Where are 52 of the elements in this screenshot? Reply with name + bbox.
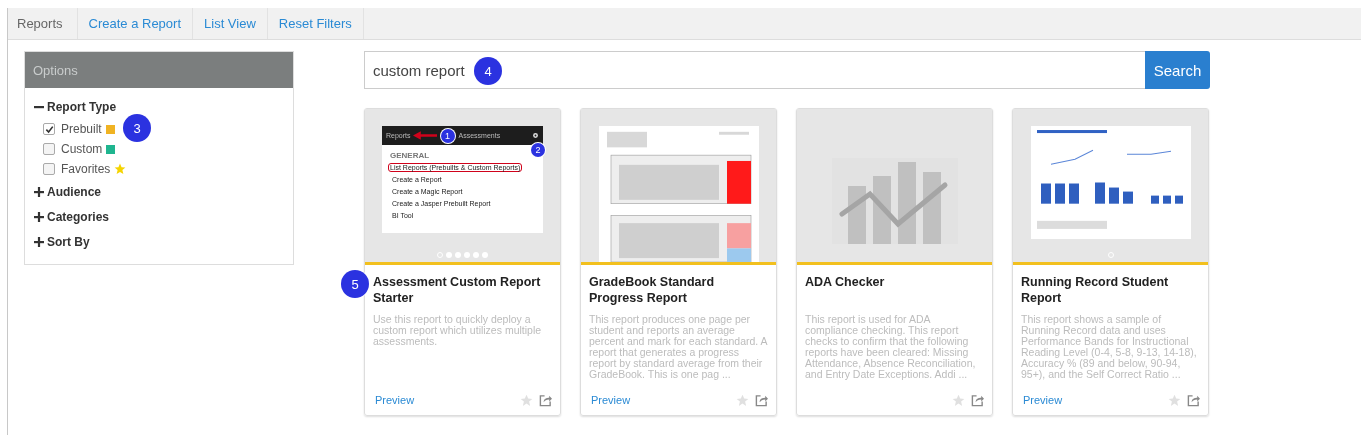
share-icon[interactable] xyxy=(971,393,984,407)
carousel-dot[interactable] xyxy=(482,252,488,258)
card-title: Running Record Student Report xyxy=(1021,274,1170,307)
carousel-dot[interactable] xyxy=(455,252,461,258)
report-card[interactable] xyxy=(1012,108,1209,416)
section-toggle[interactable]: Audience xyxy=(34,179,284,204)
callout-number: 4 xyxy=(474,57,502,85)
checkbox[interactable] xyxy=(43,123,55,135)
card-description: This report produces one page per student and reports an average percent and mark for each standard. A report that generates a progress report by standard average from their GradeBook. This is one pag ... xyxy=(589,314,768,382)
callout-number: 2 xyxy=(531,143,545,157)
option-label: Favorites xyxy=(61,162,111,176)
star-icon[interactable] xyxy=(952,393,965,407)
card-title: GradeBook Standard Progress Report xyxy=(589,274,716,307)
option-label: Prebuilt xyxy=(61,122,102,136)
preview-link[interactable]: Preview xyxy=(373,394,415,406)
nav-link[interactable]: Reset Filters xyxy=(267,8,364,39)
section-toggle[interactable]: Categories xyxy=(34,204,284,229)
carousel-dot[interactable] xyxy=(464,252,470,258)
share-icon[interactable] xyxy=(539,393,552,407)
callout-number: 5 xyxy=(341,270,369,298)
share-icon[interactable] xyxy=(1187,393,1200,407)
toggle-icon xyxy=(34,236,44,247)
checkbox[interactable] xyxy=(43,163,55,175)
toggle-icon xyxy=(34,186,44,197)
card-title: Assessment Custom Report Starter xyxy=(373,274,542,307)
arrow-icon xyxy=(412,131,437,140)
card-title: ADA Checker xyxy=(805,274,886,291)
menu-heading: GENERAL xyxy=(390,151,431,160)
preview-link[interactable]: Preview xyxy=(1021,394,1063,406)
option-label: Custom xyxy=(61,142,103,156)
gear-icon xyxy=(532,132,539,139)
share-icon[interactable] xyxy=(755,393,768,407)
carousel-dot[interactable] xyxy=(446,252,452,258)
panel-header: Options xyxy=(25,52,293,88)
nav-link[interactable]: Create a Report xyxy=(77,8,194,39)
preview-link[interactable]: Preview xyxy=(589,394,631,406)
section-toggle[interactable]: Sort By xyxy=(34,229,284,254)
star-icon[interactable] xyxy=(736,393,749,407)
nav-title: Reports xyxy=(8,8,78,39)
toggle-icon xyxy=(34,211,44,222)
star-icon[interactable] xyxy=(520,393,533,407)
report-card[interactable] xyxy=(364,108,561,416)
callout-number: 1 xyxy=(440,128,455,143)
checkbox[interactable] xyxy=(43,143,55,155)
callout-number: 3 xyxy=(123,114,151,142)
card-description: Use this report to quickly deploy a custom report which utilizes multiple assessments. xyxy=(373,314,543,349)
nav-link[interactable]: List View xyxy=(193,8,268,39)
star-icon[interactable] xyxy=(1168,393,1181,407)
card-description: This report is used for ADA compliance checking. This report checks to confirm that the following reports have been cleared: Missing Attendance, Absence Reconciliation, and Entry Date Exceptions. Addi ... xyxy=(805,314,977,382)
card-description: This report shows a sample of Running Record data and uses Performance Bands for Instructional Reading Level (0-4, 5-8, 9-13, 14-18), Accuracy % (89 and below, 90-94, 95+), and the Self Correct Ratio ... xyxy=(1021,314,1198,382)
carousel-dot[interactable] xyxy=(473,252,479,258)
search-button[interactable]: Search xyxy=(1145,51,1210,89)
